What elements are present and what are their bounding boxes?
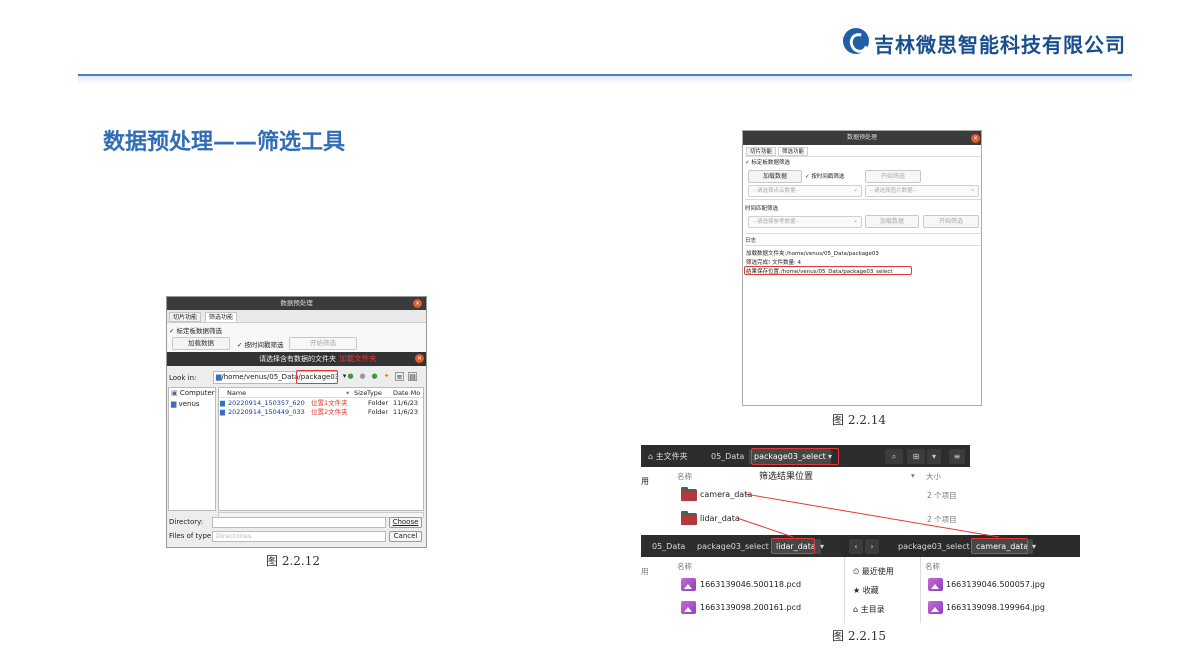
start-button[interactable]: 开始筛选 xyxy=(289,337,357,350)
directory-input[interactable] xyxy=(212,517,386,528)
files-type-label: Files of type: xyxy=(169,532,214,540)
header-shadow xyxy=(78,76,1132,84)
time-match-checkbox[interactable]: 时间匹配筛选 xyxy=(745,204,778,212)
back-icon[interactable]: ● xyxy=(346,372,355,381)
cancel-button[interactable]: Cancel xyxy=(389,531,422,542)
figure-2-2-15: ⌂ 主文件夹 05_Data package03_select ▾ ⌕ ⊞ ▾ … xyxy=(641,445,1080,623)
filter-panel: ✓ 标定板数据筛选 加载数据 ✓ 按时间戳筛选 开始筛选 xyxy=(167,322,426,352)
caption-fig15: 图 2.2.15 xyxy=(832,629,886,643)
folder-dialog: 请选择含有数据的文件夹 加载文件夹 × Look in: ▆/home/venu… xyxy=(167,352,426,547)
divider xyxy=(745,156,981,157)
start-button[interactable]: 开始筛选 xyxy=(865,170,921,183)
time-checkbox[interactable]: ✓ 按时间戳筛选 xyxy=(805,172,844,180)
dialog-title: 请选择含有数据的文件夹 xyxy=(167,352,426,366)
sort-icon: ▾ xyxy=(346,389,350,397)
directory-label: Directory: xyxy=(169,518,204,526)
detail-view-icon[interactable]: ▤ xyxy=(408,372,417,381)
close-icon[interactable]: × xyxy=(971,134,980,143)
load-button-2[interactable]: 加载数据 xyxy=(865,215,919,228)
start-button-2[interactable]: 开始筛选 xyxy=(923,215,979,228)
dialog-close-icon[interactable]: × xyxy=(415,354,424,363)
calib-checkbox[interactable]: ✓ 标定板数据筛选 xyxy=(745,158,790,166)
highlight-box xyxy=(744,266,912,275)
new-folder-icon[interactable]: ✦ xyxy=(382,372,391,381)
slide-title: 数据预处理——筛选工具 xyxy=(103,130,346,155)
file-list: Name ▾ Size Type Date Mo ▆ 20220914_1503… xyxy=(218,387,424,511)
log-label: 日志 xyxy=(745,238,757,244)
time-checkbox[interactable]: ✓ 按时间戳筛选 xyxy=(237,339,284,349)
divider xyxy=(745,245,981,246)
col-name[interactable]: Name xyxy=(227,388,246,398)
close-icon[interactable]: × xyxy=(413,299,422,308)
files-type-select[interactable]: Directories xyxy=(212,531,386,542)
folder-icon: ▆ xyxy=(171,400,179,408)
company-logo xyxy=(843,28,869,54)
pointcloud-select[interactable]: --请选择点云数据-- xyxy=(748,185,862,197)
file-row[interactable]: ▆ 20220914_150357_620 位置1文件夹 Folder 11/6… xyxy=(219,399,423,408)
divider xyxy=(745,233,981,234)
up-icon[interactable]: ● xyxy=(370,372,379,381)
tab-filter[interactable]: 筛选功能 xyxy=(778,147,809,156)
sidebar-item-venus[interactable]: ▆ venus xyxy=(169,399,215,410)
forward-icon[interactable]: ● xyxy=(358,372,367,381)
folder-icon: ▆ xyxy=(220,399,225,407)
window-title: 数据预处理 xyxy=(743,131,981,145)
divider xyxy=(745,199,981,200)
log-line: 加载数据文件夹:/home/venus/05_Data/package03 xyxy=(746,251,879,257)
sidebar-item-computer[interactable]: ▣ Computer xyxy=(169,388,215,399)
reference-select[interactable]: --请选择参考数据-- xyxy=(748,216,862,228)
connector-lines xyxy=(736,493,1000,538)
tab-filter[interactable]: 筛选功能 xyxy=(205,312,238,322)
highlight-box xyxy=(296,370,338,384)
computer-icon: ▣ xyxy=(171,389,180,397)
window-title: 数据预处理 xyxy=(167,297,426,310)
col-size[interactable]: Size xyxy=(354,388,367,398)
list-view-icon[interactable]: ≡ xyxy=(395,372,404,381)
tab-slice[interactable]: 切片功能 xyxy=(746,147,777,156)
annotation-load-folder: 加载文件夹 xyxy=(339,354,377,363)
image-select[interactable]: --请选择图片数据-- xyxy=(865,185,979,197)
tab-slice[interactable]: 切片功能 xyxy=(169,312,202,322)
connector-lidar xyxy=(736,517,794,538)
load-button[interactable]: 加载数据 xyxy=(748,170,802,183)
file-row[interactable]: ▆ 20220914_150449_033 位置2文件夹 Folder 11/6… xyxy=(219,408,423,417)
figure-2-2-14: 数据预处理 × 切片功能 筛选功能 ✓ 标定板数据筛选 加载数据 ✓ 按时间戳筛… xyxy=(742,130,982,406)
caption-fig12: 图 2.2.12 xyxy=(266,554,320,568)
col-type[interactable]: Type xyxy=(367,388,382,398)
choose-button[interactable]: Choose xyxy=(389,517,422,528)
folder-icon: ▆ xyxy=(220,408,225,416)
col-date[interactable]: Date Mo xyxy=(393,388,420,398)
look-in-label: Look in: xyxy=(169,374,197,382)
calib-checkbox[interactable]: ✓ 标定板数据筛选 xyxy=(169,325,222,335)
connector-camera xyxy=(744,493,1000,538)
log-line: 筛选完成! 文件数量: 4 xyxy=(746,260,802,266)
places-sidebar: ▣ Computer ▆ venus xyxy=(168,387,216,511)
caption-fig14: 图 2.2.14 xyxy=(832,413,886,427)
company-name: 吉林微思智能科技有限公司 xyxy=(874,33,1126,57)
load-button[interactable]: 加载数据 xyxy=(172,337,230,350)
figure-2-2-12: 数据预处理 × 切片功能 筛选功能 ✓ 标定板数据筛选 加载数据 ✓ 按时间戳筛… xyxy=(166,296,427,548)
file-list-header: Name ▾ Size Type Date Mo xyxy=(219,388,423,398)
